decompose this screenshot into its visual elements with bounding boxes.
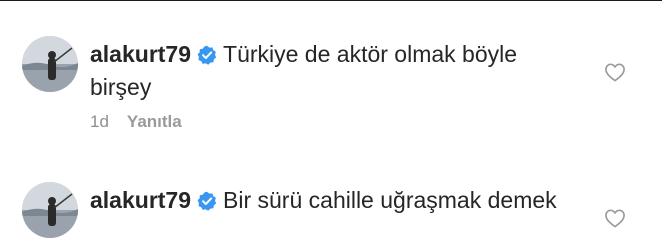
reply-button[interactable]: Yanıtla bbox=[127, 112, 182, 131]
comment-text-block: alakurt79 Türkiye de aktör olmak böyle bi… bbox=[90, 38, 580, 104]
avatar[interactable] bbox=[22, 36, 78, 92]
avatar[interactable] bbox=[22, 182, 78, 238]
verified-badge-icon bbox=[197, 191, 217, 211]
comment-username[interactable]: alakurt79 bbox=[90, 187, 191, 213]
heart-outline-icon[interactable] bbox=[604, 208, 626, 228]
avatar-photo bbox=[22, 36, 78, 92]
top-divider bbox=[0, 0, 662, 1]
verified-badge-icon bbox=[197, 45, 217, 65]
heart-outline-icon[interactable] bbox=[604, 62, 626, 82]
comment-timestamp: 1d bbox=[90, 112, 109, 131]
comment-username[interactable]: alakurt79 bbox=[90, 41, 191, 67]
comment-text: Bir sürü cahille uğraşmak demek bbox=[223, 187, 557, 213]
comment-text-block: alakurt79 Bir sürü cahille uğraşmak demek bbox=[90, 184, 580, 217]
avatar-photo bbox=[22, 182, 78, 238]
comment-meta: 1d Yanıtla bbox=[90, 112, 182, 132]
